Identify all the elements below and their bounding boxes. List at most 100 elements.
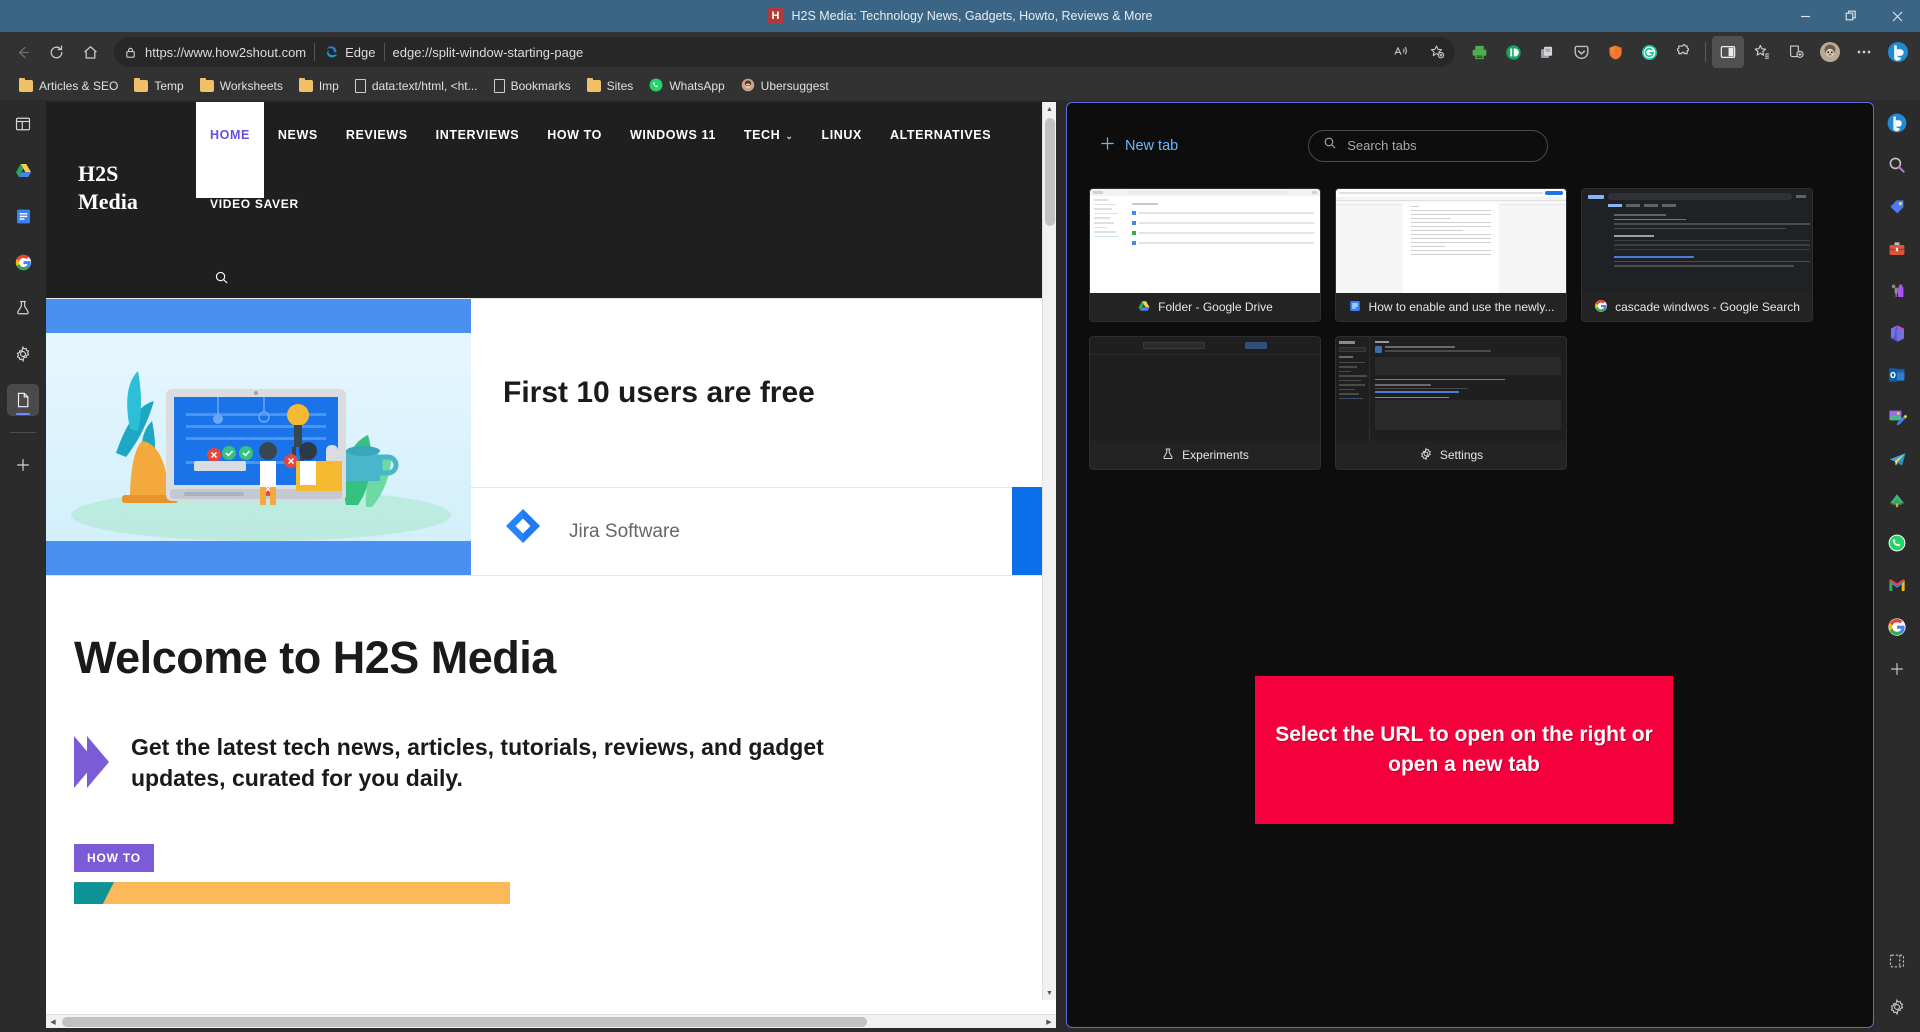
pane-divider[interactable] bbox=[1056, 102, 1066, 1028]
google-icon[interactable] bbox=[1882, 612, 1912, 642]
grammarly-extension-icon[interactable] bbox=[1633, 36, 1665, 68]
sidebar-settings-gear-icon[interactable] bbox=[1882, 992, 1912, 1022]
plus-icon bbox=[1099, 135, 1116, 156]
scroll-right-arrow-icon[interactable]: ▶ bbox=[1042, 1018, 1056, 1026]
bookmark-item[interactable]: Sites bbox=[580, 76, 641, 96]
add-tab-icon[interactable] bbox=[7, 449, 39, 481]
experiments-flask-icon bbox=[1161, 447, 1175, 464]
whatsapp-icon[interactable] bbox=[1882, 528, 1912, 558]
outlook-icon[interactable] bbox=[1882, 360, 1912, 390]
web-vertical-scrollbar[interactable]: ▲ ▼ bbox=[1042, 102, 1056, 1000]
browser-essentials-icon[interactable] bbox=[7, 108, 39, 140]
split-screen-icon[interactable] bbox=[1712, 36, 1744, 68]
ad-banner[interactable]: First 10 users are free Jira Software bbox=[46, 298, 1056, 576]
telegram-icon[interactable] bbox=[1882, 444, 1912, 474]
web-horizontal-scrollbar[interactable]: ◀ ▶ bbox=[46, 1014, 1056, 1028]
shopping-tag-icon[interactable] bbox=[1882, 192, 1912, 222]
customize-sidebar-icon[interactable] bbox=[1882, 946, 1912, 976]
site-nav-item-reviews[interactable]: REVIEWS bbox=[332, 102, 422, 168]
tab-thumbnail bbox=[1090, 189, 1320, 293]
settings-and-more-icon[interactable] bbox=[1848, 36, 1880, 68]
search-icon[interactable] bbox=[1882, 150, 1912, 180]
tools-briefcase-icon[interactable] bbox=[1882, 234, 1912, 264]
site-nav-item-video-saver[interactable]: VIDEO SAVER bbox=[210, 197, 299, 211]
drop-icon[interactable] bbox=[1882, 486, 1912, 516]
horizontal-scroll-thumb[interactable] bbox=[62, 1017, 867, 1027]
close-button[interactable] bbox=[1874, 0, 1920, 32]
horizontal-scroll-track[interactable] bbox=[60, 1015, 1042, 1029]
google-docs-icon[interactable] bbox=[7, 200, 39, 232]
ad-illustration bbox=[46, 299, 471, 575]
add-sidebar-icon[interactable] bbox=[1882, 654, 1912, 684]
restore-button[interactable] bbox=[1828, 0, 1874, 32]
site-nav-item-interviews[interactable]: INTERVIEWS bbox=[422, 102, 534, 168]
minimize-button[interactable] bbox=[1782, 0, 1828, 32]
scroll-left-arrow-icon[interactable]: ◀ bbox=[46, 1018, 60, 1026]
instruction-callout-text: Select the URL to open on the right or o… bbox=[1275, 720, 1653, 780]
site-search-icon[interactable] bbox=[214, 270, 229, 290]
post-preview[interactable]: HOW TO bbox=[46, 794, 1056, 904]
tab-tile[interactable]: Experiments bbox=[1089, 336, 1321, 470]
pushbullet-extension-icon[interactable] bbox=[1497, 36, 1529, 68]
address-bar[interactable]: https://www.how2shout.com Edge edge://sp… bbox=[114, 37, 1455, 67]
site-nav-item-howto[interactable]: HOW TO bbox=[533, 102, 616, 168]
window-title-bar: H H2S Media: Technology News, Gadgets, H… bbox=[0, 0, 1920, 32]
scroll-down-arrow-icon[interactable]: ▼ bbox=[1043, 986, 1056, 1000]
copilot-icon[interactable] bbox=[1882, 108, 1912, 138]
tab-thumbnail bbox=[1336, 337, 1566, 441]
site-nav-item-linux[interactable]: LINUX bbox=[807, 102, 876, 168]
puzzle-extensions-icon[interactable] bbox=[1667, 36, 1699, 68]
brave-shield-extension-icon[interactable] bbox=[1599, 36, 1631, 68]
site-logo[interactable]: H2S Media bbox=[78, 160, 148, 215]
bookmark-item[interactable]: Articles & SEO bbox=[12, 76, 125, 96]
printer-extension-icon[interactable] bbox=[1463, 36, 1495, 68]
scroll-up-arrow-icon[interactable]: ▲ bbox=[1043, 102, 1056, 116]
tab-tile[interactable]: How to enable and use the newly... bbox=[1335, 188, 1567, 322]
bookmark-item[interactable]: data:text/html, <ht... bbox=[348, 76, 485, 96]
tab-tile[interactable]: Folder - Google Drive bbox=[1089, 188, 1321, 322]
ad-accent-bar-bottom bbox=[46, 541, 471, 575]
bookmark-item[interactable]: Bookmarks bbox=[487, 76, 578, 96]
document-page-icon[interactable] bbox=[7, 384, 39, 416]
site-nav-item-tech[interactable]: TECH⌄ bbox=[730, 102, 808, 168]
left-sidebar bbox=[0, 100, 46, 1032]
copilot-icon[interactable] bbox=[1882, 36, 1914, 68]
category-badge-howto[interactable]: HOW TO bbox=[74, 844, 154, 872]
copy-extension-icon[interactable] bbox=[1531, 36, 1563, 68]
collections-icon[interactable] bbox=[1780, 36, 1812, 68]
experiments-flask-icon[interactable] bbox=[7, 292, 39, 324]
gmail-icon[interactable] bbox=[1882, 570, 1912, 600]
welcome-subtitle-row: Get the latest tech news, articles, tuto… bbox=[74, 732, 1056, 794]
bookmark-item[interactable]: Worksheets bbox=[193, 76, 290, 96]
microsoft-365-icon[interactable] bbox=[1882, 318, 1912, 348]
profile-avatar-icon[interactable] bbox=[1814, 36, 1846, 68]
bookmark-item[interactable]: Temp bbox=[127, 76, 190, 96]
home-icon[interactable] bbox=[74, 36, 106, 68]
site-nav-item-home[interactable]: HOME bbox=[196, 102, 264, 198]
search-tabs-input[interactable]: Search tabs bbox=[1308, 130, 1548, 162]
image-editor-icon[interactable] bbox=[1882, 402, 1912, 432]
bookmark-label: Ubersuggest bbox=[761, 79, 829, 93]
tab-tile[interactable]: cascade windwos - Google Search bbox=[1581, 188, 1813, 322]
tab-tile-title: Folder - Google Drive bbox=[1158, 300, 1273, 314]
bookmark-item[interactable]: WhatsApp bbox=[642, 75, 731, 98]
site-nav-item-news[interactable]: NEWS bbox=[264, 102, 332, 168]
games-icon[interactable] bbox=[1882, 276, 1912, 306]
reload-icon[interactable] bbox=[40, 36, 72, 68]
settings-gear-icon[interactable] bbox=[7, 338, 39, 370]
bookmark-item[interactable]: Ubersuggest bbox=[734, 75, 836, 98]
favorites-icon[interactable] bbox=[1746, 36, 1778, 68]
bookmark-item[interactable]: Imp bbox=[292, 76, 346, 96]
new-tab-button[interactable]: New tab bbox=[1089, 127, 1188, 164]
tab-tile[interactable]: Settings bbox=[1335, 336, 1567, 470]
pocket-extension-icon[interactable] bbox=[1565, 36, 1597, 68]
read-aloud-icon[interactable] bbox=[1387, 39, 1415, 65]
add-favorite-icon[interactable] bbox=[1423, 39, 1451, 65]
back-arrow-icon[interactable] bbox=[6, 36, 38, 68]
site-nav-item-windows11[interactable]: WINDOWS 11 bbox=[616, 102, 730, 168]
site-nav-item-alternatives[interactable]: ALTERNATIVES bbox=[876, 102, 1005, 168]
google-drive-icon[interactable] bbox=[7, 154, 39, 186]
google-search-icon[interactable] bbox=[7, 246, 39, 278]
edge-badge[interactable]: Edge bbox=[323, 44, 375, 60]
vertical-scroll-thumb[interactable] bbox=[1045, 118, 1055, 226]
